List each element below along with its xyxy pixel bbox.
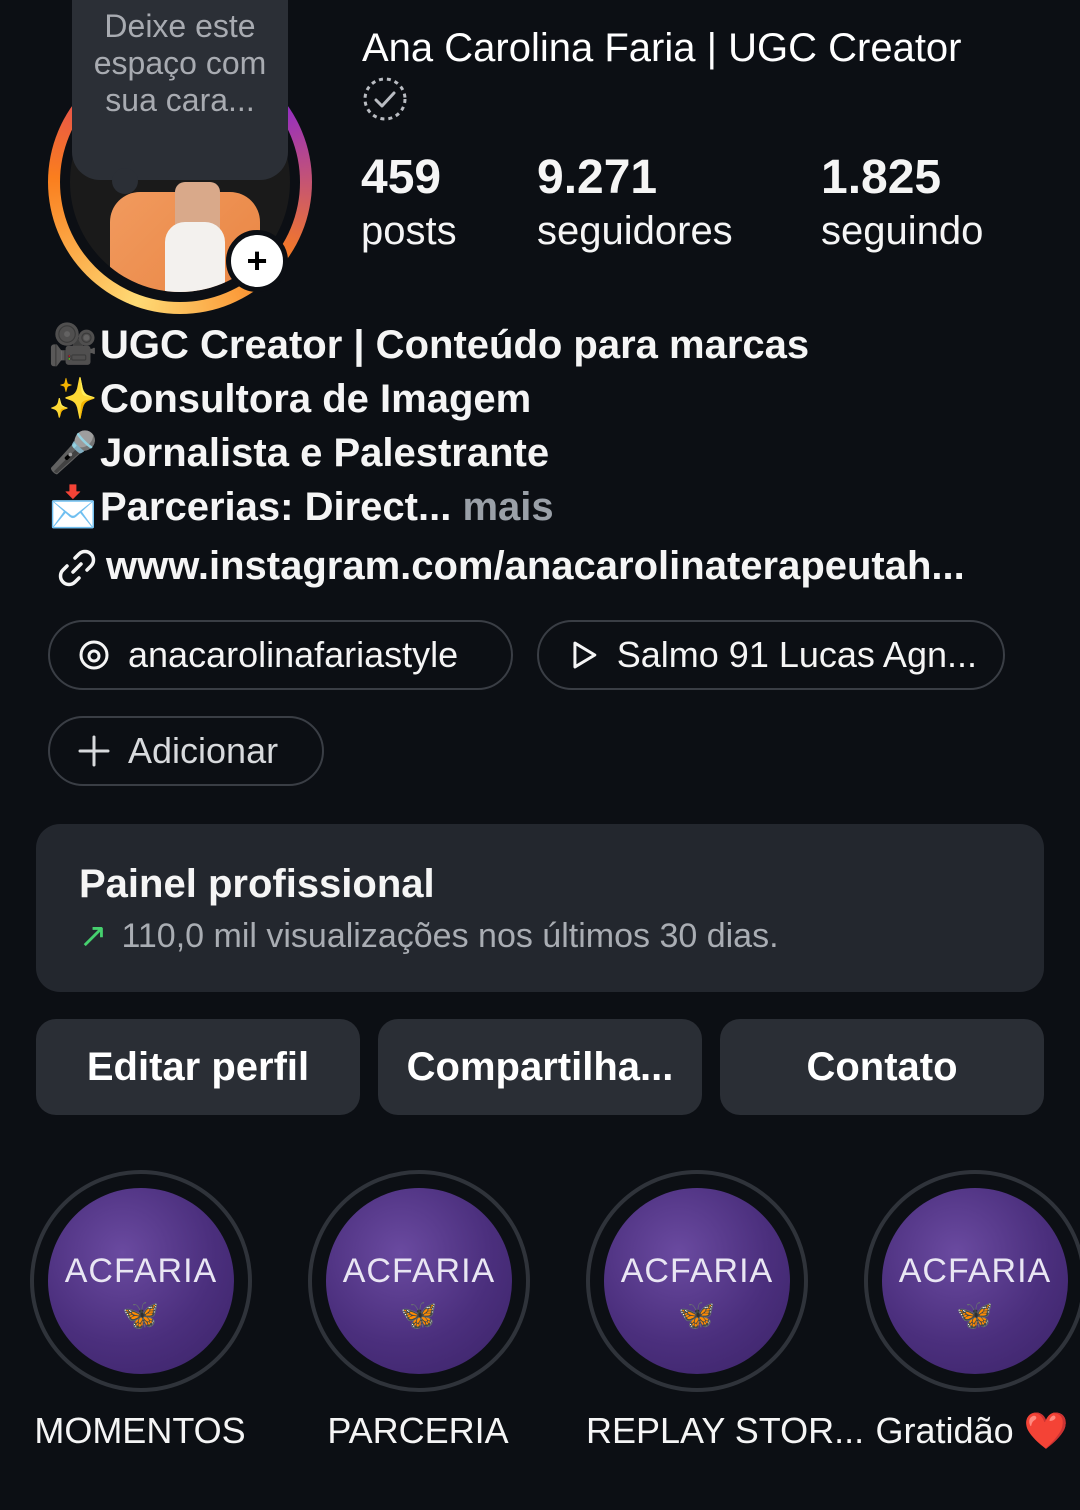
profile-link-text: www.instagram.com/anacarolinaterapeutah.… [106, 544, 965, 588]
meta-verified-icon[interactable] [362, 76, 408, 122]
avatar-shirt [165, 222, 225, 292]
contact-button[interactable]: Contato [720, 1019, 1044, 1115]
camera-icon: 🎥 [48, 323, 98, 367]
sparkles-icon: ✨ [48, 377, 98, 421]
music-pill[interactable]: Salmo 91 Lucas Agn... [537, 620, 1005, 690]
highlight-label: MOMENTOS [34, 1410, 246, 1451]
highlight-item[interactable]: ACFARIA 🦋 Gratidão ❤️ [864, 1170, 1080, 1452]
link-icon [58, 550, 96, 587]
profile-link[interactable]: www.instagram.com/anacarolinaterapeutah.… [48, 544, 965, 592]
add-link-pill[interactable]: Adicionar [48, 716, 324, 786]
music-title: Salmo 91 Lucas Agn... [616, 634, 977, 675]
stat-posts[interactable]: 459 posts [361, 150, 457, 256]
plus-icon [78, 735, 110, 767]
threads-pill[interactable]: anacarolinafariastyle [48, 620, 513, 690]
more-link[interactable]: mais [462, 485, 553, 529]
bio-text: UGC Creator | Conteúdo para marcas [100, 323, 810, 367]
bio-text: Consultora de Imagem [100, 377, 532, 421]
highlight-label: Gratidão ❤️ [875, 1410, 1069, 1451]
stat-followers-label: seguidores [537, 209, 733, 253]
butterfly-icon: 🦋 [400, 1299, 438, 1332]
threads-handle: anacarolinafariastyle [128, 634, 459, 675]
highlight-brand: ACFARIA [342, 1252, 496, 1290]
stat-following-label: seguindo [821, 209, 984, 253]
add-link-label: Adicionar [128, 730, 279, 771]
note-bubble[interactable]: Deixe este espaço com sua cara... [72, 0, 288, 194]
dashboard-views-text: 110,0 mil visualizações nos últimos 30 d… [121, 917, 779, 955]
highlight-label: PARCERIA [327, 1410, 509, 1451]
highlight-brand: ACFARIA [898, 1252, 1052, 1290]
bio-line: ✨Consultora de Imagem [48, 372, 809, 426]
highlight-cover: ACFARIA 🦋 [48, 1188, 234, 1374]
envelope-icon: 📩 [48, 485, 98, 529]
plus-icon: + [246, 240, 268, 281]
highlight-brand: ACFARIA [64, 1252, 218, 1290]
note-placeholder: Deixe este espaço com sua cara... [93, 8, 267, 118]
share-profile-button[interactable]: Compartilha... [378, 1019, 702, 1115]
butterfly-icon: 🦋 [678, 1299, 716, 1332]
highlight-cover: ACFARIA 🦋 [604, 1188, 790, 1374]
highlight-item[interactable]: ACFARIA 🦋 PARCERIA [308, 1170, 530, 1452]
highlight-label: REPLAY STOR... [586, 1410, 865, 1451]
stat-following-value: 1.825 [821, 151, 942, 204]
highlight-ring: ACFARIA 🦋 [864, 1170, 1080, 1392]
bio: 🎥UGC Creator | Conteúdo para marcas ✨Con… [48, 318, 809, 534]
edit-profile-button[interactable]: Editar perfil [36, 1019, 360, 1115]
play-icon [573, 641, 597, 669]
butterfly-icon: 🦋 [956, 1299, 994, 1332]
bio-text: Parcerias: Direct... [100, 485, 452, 529]
add-story-button[interactable]: + [226, 230, 288, 292]
bio-line: 📩Parcerias: Direct... mais [48, 480, 809, 534]
microphone-icon: 🎤 [48, 431, 98, 475]
highlight-ring: ACFARIA 🦋 [308, 1170, 530, 1392]
highlight-cover: ACFARIA 🦋 [882, 1188, 1068, 1374]
dashboard-subtitle: ↗ 110,0 mil visualizações nos últimos 30 … [79, 916, 779, 956]
highlight-ring: ACFARIA 🦋 [30, 1170, 252, 1392]
professional-dashboard[interactable]: Painel profissional ↗ 110,0 mil visualiza… [36, 824, 1044, 992]
stat-posts-label: posts [361, 209, 457, 253]
highlight-brand: ACFARIA [620, 1252, 774, 1290]
dashboard-title: Painel profissional [79, 862, 435, 906]
bio-line: 🎤Jornalista e Palestrante [48, 426, 809, 480]
trend-up-icon: ↗ [79, 917, 108, 955]
highlight-cover: ACFARIA 🦋 [326, 1188, 512, 1374]
threads-icon [79, 640, 109, 670]
stat-followers-value: 9.271 [537, 151, 658, 204]
highlight-ring: ACFARIA 🦋 [586, 1170, 808, 1392]
bio-text: Jornalista e Palestrante [100, 431, 550, 475]
profile-name: Ana Carolina Faria | UGC Creator [362, 26, 962, 70]
highlight-item[interactable]: ACFARIA 🦋 REPLAY STOR... [586, 1170, 865, 1452]
highlight-item[interactable]: ACFARIA 🦋 MOMENTOS [30, 1170, 252, 1452]
bio-line: 🎥UGC Creator | Conteúdo para marcas [48, 318, 809, 372]
stat-posts-value: 459 [361, 151, 442, 204]
stat-following[interactable]: 1.825 seguindo [821, 150, 983, 256]
butterfly-icon: 🦋 [122, 1299, 160, 1332]
stat-followers[interactable]: 9.271 seguidores [537, 150, 733, 256]
